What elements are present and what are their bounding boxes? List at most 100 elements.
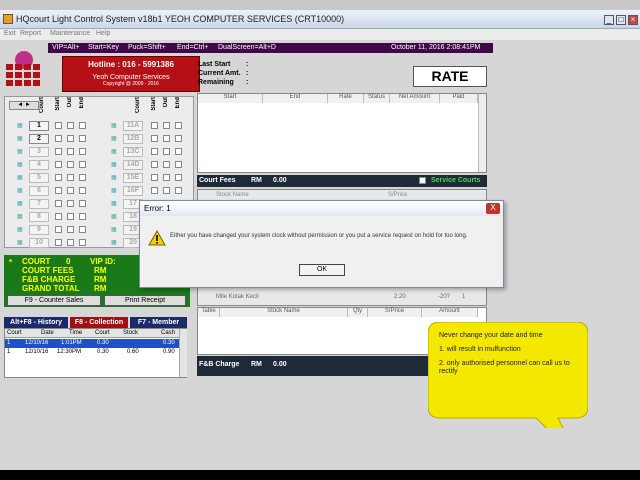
history-scrollbar[interactable] xyxy=(179,329,187,377)
tab-collection[interactable]: F8 - Collection xyxy=(70,317,128,328)
table-row[interactable]: 1 12/10/16 1:01PM 0.30 0.30 xyxy=(5,339,179,348)
out-checkbox[interactable] xyxy=(163,161,170,168)
out-checkbox[interactable] xyxy=(67,187,74,194)
menu-maintenance[interactable]: Maintenance xyxy=(50,30,90,37)
dialog-close-button[interactable]: X xyxy=(486,203,500,214)
start-checkbox[interactable] xyxy=(55,148,62,155)
session-scrollbar[interactable] xyxy=(478,94,486,172)
print-receipt-button[interactable]: Print Receipt xyxy=(104,295,186,306)
out-checkbox[interactable] xyxy=(67,213,74,220)
court-button[interactable]: 15E xyxy=(123,173,143,183)
menu-help[interactable]: Help xyxy=(96,30,110,37)
court-button[interactable]: 9 xyxy=(29,225,49,235)
out-checkbox[interactable] xyxy=(67,200,74,207)
menu-exit[interactable]: Exit xyxy=(4,30,16,37)
start-checkbox[interactable] xyxy=(55,187,62,194)
court-button[interactable]: 3 xyxy=(29,147,49,157)
service-courts-checkbox[interactable] xyxy=(419,177,426,184)
out-checkbox[interactable] xyxy=(163,174,170,181)
minimize-button[interactable]: _ xyxy=(604,15,614,25)
start-checkbox[interactable] xyxy=(55,174,62,181)
court-button[interactable]: 10 xyxy=(29,238,49,248)
start-checkbox[interactable] xyxy=(151,174,158,181)
court-button[interactable]: 8 xyxy=(29,212,49,222)
history-cell: 0.90 xyxy=(163,349,175,355)
out-checkbox[interactable] xyxy=(163,187,170,194)
start-checkbox[interactable] xyxy=(55,135,62,142)
out-checkbox[interactable] xyxy=(163,135,170,142)
start-checkbox[interactable] xyxy=(151,187,158,194)
out-checkbox[interactable] xyxy=(163,148,170,155)
end-checkbox[interactable] xyxy=(175,122,182,129)
tab-member[interactable]: F7 - Member xyxy=(130,317,187,328)
stock-row-qty: 1 xyxy=(462,294,466,300)
end-checkbox[interactable] xyxy=(79,135,86,142)
court-status-icon: ▦ xyxy=(17,175,23,181)
ok-button[interactable]: OK xyxy=(299,264,345,276)
court-button[interactable]: 11A xyxy=(123,121,143,131)
start-checkbox[interactable] xyxy=(55,122,62,129)
tab-history[interactable]: Alt+F8 - History xyxy=(4,317,68,328)
court-status-icon: ▦ xyxy=(111,123,117,129)
end-checkbox[interactable] xyxy=(79,161,86,168)
court-button[interactable]: 16F xyxy=(123,186,143,196)
court-status-icon: ▦ xyxy=(17,136,23,142)
table-row[interactable]: 1 12/10/16 12:30PM 0.30 0.60 0.90 xyxy=(5,348,179,357)
end-checkbox[interactable] xyxy=(175,135,182,142)
court-button[interactable]: 2 xyxy=(29,134,49,144)
court-button[interactable]: 4 xyxy=(29,160,49,170)
out-checkbox[interactable] xyxy=(67,239,74,246)
grid-nav-arrows[interactable]: ◄ ► xyxy=(9,101,39,110)
out-checkbox[interactable] xyxy=(67,148,74,155)
counter-sales-button[interactable]: F9 - Counter Sales xyxy=(7,295,101,306)
end-checkbox[interactable] xyxy=(79,148,86,155)
out-checkbox[interactable] xyxy=(67,174,74,181)
end-checkbox[interactable] xyxy=(79,239,86,246)
out-checkbox[interactable] xyxy=(163,122,170,129)
out-checkbox[interactable] xyxy=(67,122,74,129)
end-checkbox[interactable] xyxy=(79,200,86,207)
fnb-col-sprice: S/Price xyxy=(368,308,422,317)
grid-header-court-2: Court xyxy=(135,97,141,113)
fnb-col-qty: Qty xyxy=(348,308,368,317)
end-checkbox[interactable] xyxy=(175,187,182,194)
start-checkbox[interactable] xyxy=(151,161,158,168)
close-window-button[interactable]: × xyxy=(628,15,638,25)
start-checkbox[interactable] xyxy=(55,161,62,168)
maximize-button[interactable]: □ xyxy=(616,15,626,25)
court-status-icon: ▦ xyxy=(111,240,117,246)
rate-button[interactable]: RATE xyxy=(413,66,487,87)
start-checkbox[interactable] xyxy=(55,226,62,233)
start-checkbox[interactable] xyxy=(151,148,158,155)
end-checkbox[interactable] xyxy=(175,161,182,168)
court-button[interactable]: 5 xyxy=(29,173,49,183)
end-checkbox[interactable] xyxy=(175,174,182,181)
menu-report[interactable]: Report xyxy=(20,30,41,37)
history-cell: 0.30 xyxy=(97,340,109,346)
court-button[interactable]: 7 xyxy=(29,199,49,209)
court-button[interactable]: 6 xyxy=(29,186,49,196)
start-checkbox[interactable] xyxy=(55,239,62,246)
court-status-icon: ▦ xyxy=(17,240,23,246)
court-button[interactable]: 12B xyxy=(123,134,143,144)
start-checkbox[interactable] xyxy=(151,135,158,142)
history-cell: 0.60 xyxy=(127,349,139,355)
end-checkbox[interactable] xyxy=(175,148,182,155)
court-button[interactable]: 1 xyxy=(29,121,49,131)
court-button[interactable]: 13C xyxy=(123,147,143,157)
end-checkbox[interactable] xyxy=(79,122,86,129)
end-checkbox[interactable] xyxy=(79,213,86,220)
end-checkbox[interactable] xyxy=(79,187,86,194)
out-checkbox[interactable] xyxy=(67,135,74,142)
out-checkbox[interactable] xyxy=(67,161,74,168)
shortcut-vip: VIP=Alt+ xyxy=(52,44,80,51)
end-checkbox[interactable] xyxy=(79,174,86,181)
history-cell: 0.30 xyxy=(163,340,175,346)
court-button[interactable]: 14D xyxy=(123,160,143,170)
start-checkbox[interactable] xyxy=(55,200,62,207)
start-checkbox[interactable] xyxy=(55,213,62,220)
start-checkbox[interactable] xyxy=(151,122,158,129)
callout-line1: Never change your date and time xyxy=(439,332,543,339)
out-checkbox[interactable] xyxy=(67,226,74,233)
end-checkbox[interactable] xyxy=(79,226,86,233)
